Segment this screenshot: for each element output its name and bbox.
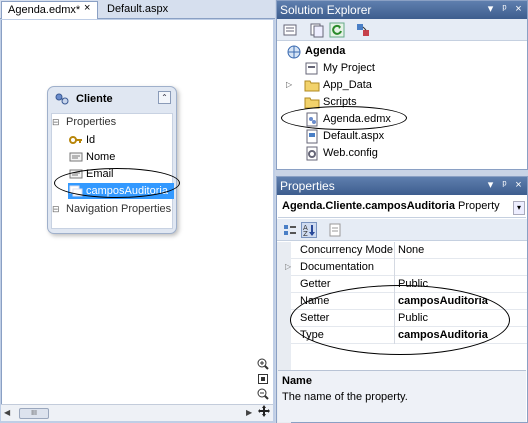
property-name: Nome [86,151,116,163]
property-icon [69,151,83,163]
scroll-right-icon[interactable]: ▶ [246,408,252,417]
panel-title: Properties [280,179,335,193]
expand-icon[interactable]: ▷ [285,262,291,271]
tree-node-label: Web.config [323,147,378,159]
pin-icon[interactable]: ᵖ [499,3,510,16]
tree-node-label: Default.aspx [323,130,385,142]
close-icon[interactable]: × [84,3,95,14]
property-row-concurrency-mode[interactable]: Concurrency Mode None [277,242,527,259]
entity-title: Cliente [76,93,113,105]
horizontal-scrollbar[interactable]: ◀ III ▶ [1,404,273,421]
tree-node-label: Agenda [305,45,346,57]
tab-label: Default.aspx [107,3,169,15]
design-surface[interactable]: Cliente ⌃ ⊟ Properties Id Nome Email cam… [1,20,273,404]
object-selector[interactable]: Agenda.Cliente.camposAuditoria Property [278,196,526,218]
zoom-fit-icon[interactable] [257,373,269,385]
description-title: Name [282,375,312,387]
panel-title: Solution Explorer [280,3,372,17]
collapse-section-icon[interactable]: ⊟ [52,117,60,128]
properties-panel: Properties ▾ ᵖ × Agenda.Cliente.camposAu… [276,176,528,423]
object-type: Property [458,200,500,212]
dropdown-icon[interactable]: ▾ [485,3,496,16]
entity-icon [54,91,70,107]
entity-property-id[interactable]: Id [68,132,95,148]
property-name: Getter [300,278,331,290]
entity-cliente[interactable]: Cliente ⌃ ⊟ Properties Id Nome Email cam… [47,86,177,234]
collapse-section-icon[interactable]: ⊟ [52,204,60,215]
property-row-documentation[interactable]: ▷ Documentation [277,259,527,276]
properties-icon[interactable] [282,22,298,38]
property-name: Id [86,134,96,146]
aspx-icon [304,129,320,144]
chevron-down-icon[interactable]: ▾ [513,201,525,215]
zoom-out-icon[interactable] [257,388,269,400]
scroll-left-icon[interactable]: ◀ [4,408,10,417]
edmx-designer: Agenda.edmx* × Default.aspx Cliente ⌃ ⊟ … [0,0,275,423]
alphabetical-icon[interactable]: AZ [301,222,317,238]
document-tab-bar: Agenda.edmx* × Default.aspx [0,0,275,19]
key-icon [69,134,83,146]
annotation-ellipse [290,285,510,355]
properties-section-label: Properties [66,116,117,128]
scroll-thumb[interactable]: III [19,408,49,419]
svg-text:Z: Z [303,230,308,237]
solution-explorer-panel: Solution Explorer ▾ ᵖ × Agenda My Projec… [276,0,528,170]
navigation-section-label: Navigation Properties [66,203,172,215]
annotation-ellipse [54,168,180,198]
pin-icon[interactable]: ᵖ [499,179,510,192]
my-project-icon [304,61,320,76]
dropdown-icon[interactable]: ▾ [485,179,496,192]
tree-node-label: My Project [323,62,375,74]
annotation-ellipse [281,106,407,130]
config-icon [304,146,320,161]
categorized-icon[interactable] [282,222,298,238]
tab-label: Agenda.edmx* [8,4,81,16]
close-icon[interactable]: × [513,179,524,192]
property-value[interactable]: None [398,244,424,256]
tree-node-label: App_Data [323,79,372,91]
entity-property-nome[interactable]: Nome [68,149,115,165]
description-text: The name of the property. [282,391,408,403]
description-pane: Name The name of the property. [278,370,526,422]
solution-explorer-toolbar [277,19,527,41]
property-name: Concurrency Mode [300,244,393,256]
property-pages-icon[interactable] [327,222,343,238]
properties-toolbar: AZ [277,219,527,241]
expand-icon[interactable]: ▷ [286,80,292,89]
refresh-icon[interactable] [329,22,345,38]
zoom-in-icon[interactable] [257,358,269,370]
pan-icon[interactable] [258,404,270,418]
property-name: Documentation [300,261,374,273]
show-all-files-icon[interactable] [309,22,325,38]
folder-icon [304,78,320,93]
close-icon[interactable]: × [513,3,524,16]
project-icon [286,44,302,59]
collapse-button[interactable]: ⌃ [158,91,171,104]
object-name: Agenda.Cliente.camposAuditoria [282,200,455,212]
tab-default-aspx[interactable]: Default.aspx [101,1,169,19]
class-diagram-icon[interactable] [355,22,371,38]
